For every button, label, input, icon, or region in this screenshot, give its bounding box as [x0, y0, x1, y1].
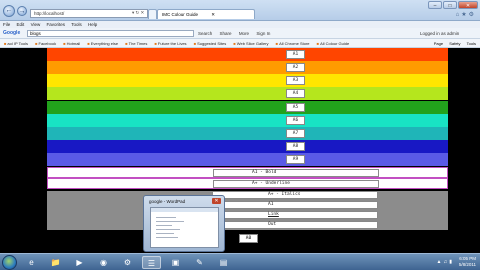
- style-label: A1 - Bold: [213, 169, 379, 177]
- safety-menu[interactable]: Safety: [449, 41, 460, 46]
- favorite-link[interactable]: All Colour Guide: [317, 41, 350, 46]
- menu-favorites[interactable]: Favorites: [47, 22, 66, 27]
- favorite-link[interactable]: Facebook: [35, 41, 56, 46]
- taskbar-item-app3[interactable]: ✎: [190, 256, 209, 269]
- forward-button[interactable]: →: [17, 6, 27, 16]
- taskbar-item-app1[interactable]: ☰: [142, 256, 161, 269]
- thumbnail-text-line: [156, 221, 184, 222]
- more-button[interactable]: More: [239, 31, 249, 36]
- thumbnail-text-line: [156, 217, 176, 218]
- taskbar-item-app2[interactable]: ▣: [166, 256, 185, 269]
- menu-help[interactable]: Help: [88, 22, 97, 27]
- tab-colour-guide[interactable]: IMC Colour Guide ✕: [157, 9, 255, 19]
- thumbnail-text-line: [156, 225, 172, 226]
- favorite-link[interactable]: All Chrome Store: [276, 41, 310, 46]
- colour-band-label: A9: [286, 155, 305, 164]
- colour-band-label: A6: [286, 116, 305, 125]
- favorite-link[interactable]: Hotmail: [63, 41, 80, 46]
- search-input[interactable]: blogs: [27, 30, 194, 37]
- thumbnail-text-line: [156, 237, 178, 238]
- search-button[interactable]: Search: [198, 31, 212, 36]
- favorite-link[interactable]: aol IP Tools: [4, 41, 28, 46]
- favorite-link[interactable]: Suggested Sites: [194, 41, 227, 46]
- style-row-underline: A+ - Underline: [47, 178, 448, 189]
- search-toolbar-actions: Search Share More Sign In: [198, 30, 276, 37]
- taskbar-item-folder[interactable]: 📁: [46, 256, 65, 269]
- maximize-button[interactable]: □: [443, 1, 457, 9]
- colour-band-label: A4: [286, 89, 305, 98]
- tools-menu[interactable]: Tools: [467, 41, 476, 46]
- style-row-italics: A+ - Italics: [212, 191, 378, 199]
- favorite-link[interactable]: Everything else: [87, 41, 118, 46]
- close-button[interactable]: ✕: [458, 1, 478, 9]
- window-controls: – □ ✕: [428, 1, 478, 9]
- gray-row: Out: [212, 221, 378, 229]
- taskbar-item-app4[interactable]: ▤: [214, 256, 233, 269]
- colour-band: A1: [47, 48, 448, 61]
- taskbar-thumbnail-preview[interactable]: google - WordPad ✕: [143, 195, 225, 252]
- colour-band-label: A8: [286, 142, 305, 151]
- minimize-button[interactable]: –: [428, 1, 442, 9]
- style-label: A+ - Underline: [213, 180, 379, 188]
- favorite-link[interactable]: The Times: [125, 41, 147, 46]
- thumbnail-text-line: [156, 229, 180, 230]
- colour-band: A8: [47, 140, 448, 153]
- menu-edit[interactable]: Edit: [17, 22, 25, 27]
- colour-band: A7: [47, 127, 448, 140]
- colour-band: A4: [47, 87, 448, 100]
- colour-band-label: A2: [286, 63, 305, 72]
- browser-title-bar: ← → http://localhost/ ▾ ↻ ✕ IMC Colour G…: [0, 0, 480, 21]
- menu-view[interactable]: View: [31, 22, 41, 27]
- thumbnail-image[interactable]: [150, 207, 219, 248]
- colour-band-label: A3: [286, 76, 305, 85]
- style-row-bold: A1 - Bold: [47, 167, 448, 178]
- favorites-bar: aol IP Tools Facebook Hotmail Everything…: [0, 39, 480, 48]
- taskbar-item-media[interactable]: ▶: [70, 256, 89, 269]
- sign-in-link[interactable]: Sign In: [256, 31, 270, 36]
- colour-band-label: A7: [286, 129, 305, 138]
- favorite-link[interactable]: Future the Lives: [154, 41, 186, 46]
- share-button[interactable]: Share: [220, 31, 232, 36]
- tab-label: IMC Colour Guide: [162, 12, 199, 17]
- tab-close-icon[interactable]: ✕: [211, 12, 215, 17]
- system-clock[interactable]: 6:05 PM 5/8/2011: [459, 256, 476, 268]
- back-button[interactable]: ←: [3, 5, 15, 17]
- address-bar[interactable]: http://localhost/: [30, 9, 148, 18]
- tab-blank[interactable]: [148, 9, 157, 19]
- search-toolbar: Google blogs Search Share More Sign In L…: [0, 28, 480, 39]
- thumbnail-title: google - WordPad: [149, 199, 186, 204]
- gray-row: A1: [212, 201, 378, 209]
- menu-bar: File Edit View Favorites Tools Help: [0, 21, 480, 28]
- gray-row-link[interactable]: Link: [212, 211, 378, 219]
- toolbar-icons[interactable]: ⌂★⚙: [456, 11, 476, 18]
- taskbar-item-steam[interactable]: ⚙: [118, 256, 137, 269]
- windows-taskbar: e 📁 ▶ ◉ ⚙ ☰ ▣ ✎ ▤ ▲♫▮ 6:05 PM 5/8/2011: [0, 253, 480, 270]
- command-bar: Page Safety Tools: [425, 39, 476, 47]
- clock-date: 5/8/2011: [458, 262, 476, 267]
- system-tray-icons[interactable]: ▲♫▮: [437, 259, 454, 265]
- thumbnail-text-line: [156, 233, 174, 234]
- start-button[interactable]: [2, 255, 17, 270]
- colour-band: A2: [47, 61, 448, 74]
- favorite-link[interactable]: Web Slice Gallery: [233, 41, 268, 46]
- login-status[interactable]: Logged in as admin: [420, 30, 459, 37]
- colour-band: A6: [47, 114, 448, 127]
- taskbar-item-ie[interactable]: e: [22, 256, 41, 269]
- page-content: A1 A2 A3 A4 A5 A6 A7 A8 A9 A1 - Bold A+ - Underl…: [0, 48, 480, 253]
- colour-band-label: A1: [286, 50, 305, 59]
- gray-panel: A+ - Italics A1 Link Out: [47, 191, 448, 230]
- address-bar-controls[interactable]: ▾ ↻ ✕: [132, 10, 144, 16]
- colour-band: A3: [47, 74, 448, 87]
- taskbar-item-chrome[interactable]: ◉: [94, 256, 113, 269]
- colour-band: A9: [47, 153, 448, 166]
- page-menu[interactable]: Page: [434, 41, 443, 46]
- search-brand: Google: [3, 30, 21, 36]
- menu-file[interactable]: File: [3, 22, 10, 27]
- thumbnail-toolbar: [151, 208, 218, 212]
- colour-band-label: A5: [286, 103, 305, 112]
- thumbnail-close-button[interactable]: ✕: [212, 198, 221, 204]
- colour-band: A5: [47, 101, 448, 114]
- menu-tools[interactable]: Tools: [71, 22, 82, 27]
- bottom-label: A0: [239, 234, 258, 243]
